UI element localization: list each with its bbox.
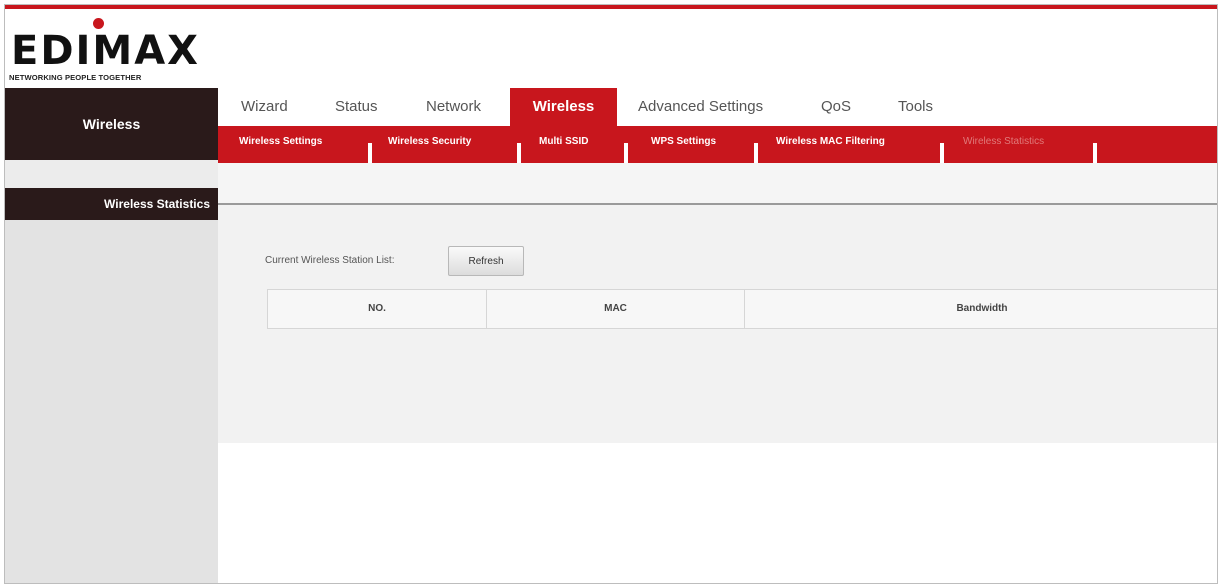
tab-status[interactable]: Status: [335, 88, 378, 126]
subnav-separator: [517, 143, 521, 163]
sidebar-section-header: Wireless: [5, 88, 218, 160]
station-list-label: Current Wireless Station List:: [265, 255, 395, 266]
top-accent-rule: [5, 5, 1217, 9]
subtab-multi-ssid[interactable]: Multi SSID: [539, 136, 588, 147]
logo-wordmark: EDIMAX: [11, 28, 201, 74]
subtab-wireless-mac-filtering[interactable]: Wireless MAC Filtering: [776, 136, 885, 147]
subtab-wireless-settings[interactable]: Wireless Settings: [239, 136, 322, 147]
subnav-separator: [368, 143, 372, 163]
sidebar-section-title: Wireless: [82, 116, 141, 132]
tab-wireless[interactable]: Wireless: [510, 88, 617, 126]
subnav-separator: [1093, 143, 1097, 163]
sub-nav: Wireless Settings Wireless Security Mult…: [218, 126, 1217, 163]
edimax-logo: EDIMAX NETWORKING PEOPLE TOGETHER: [7, 17, 227, 87]
subnav-separator: [940, 143, 944, 163]
column-header-bandwidth: Bandwidth: [956, 303, 1008, 314]
tab-wizard[interactable]: Wizard: [241, 88, 288, 126]
subtab-wireless-statistics[interactable]: Wireless Statistics: [963, 136, 1044, 147]
sidebar-item-label: Wireless Statistics: [104, 197, 210, 211]
content-header-strip: [218, 163, 1217, 203]
subnav-separator: [624, 143, 628, 163]
subtab-wireless-security[interactable]: Wireless Security: [388, 136, 471, 147]
logo-tagline: NETWORKING PEOPLE TOGETHER: [9, 73, 142, 82]
subnav-separator: [754, 143, 758, 163]
main-nav: Wizard Status Network Wireless Advanced …: [218, 88, 1217, 126]
tab-tools[interactable]: Tools: [898, 88, 933, 126]
tab-advanced-settings[interactable]: Advanced Settings: [638, 88, 763, 126]
sidebar-spacer: [5, 160, 218, 188]
refresh-button[interactable]: Refresh: [448, 246, 524, 276]
station-table-header: NO. MAC Bandwidth: [267, 289, 1217, 329]
station-list-panel: Current Wireless Station List: Refresh N…: [218, 205, 1217, 443]
tab-network[interactable]: Network: [426, 88, 481, 126]
subtab-wps-settings[interactable]: WPS Settings: [651, 136, 716, 147]
tab-qos[interactable]: QoS: [821, 88, 851, 126]
sidebar-item-wireless-statistics[interactable]: Wireless Statistics: [5, 188, 218, 220]
router-admin-window: EDIMAX NETWORKING PEOPLE TOGETHER Wirele…: [4, 4, 1218, 584]
column-header-no: NO.: [268, 290, 487, 328]
left-sidebar: Wireless Wireless Statistics: [5, 88, 218, 583]
column-header-mac: MAC: [487, 290, 745, 328]
